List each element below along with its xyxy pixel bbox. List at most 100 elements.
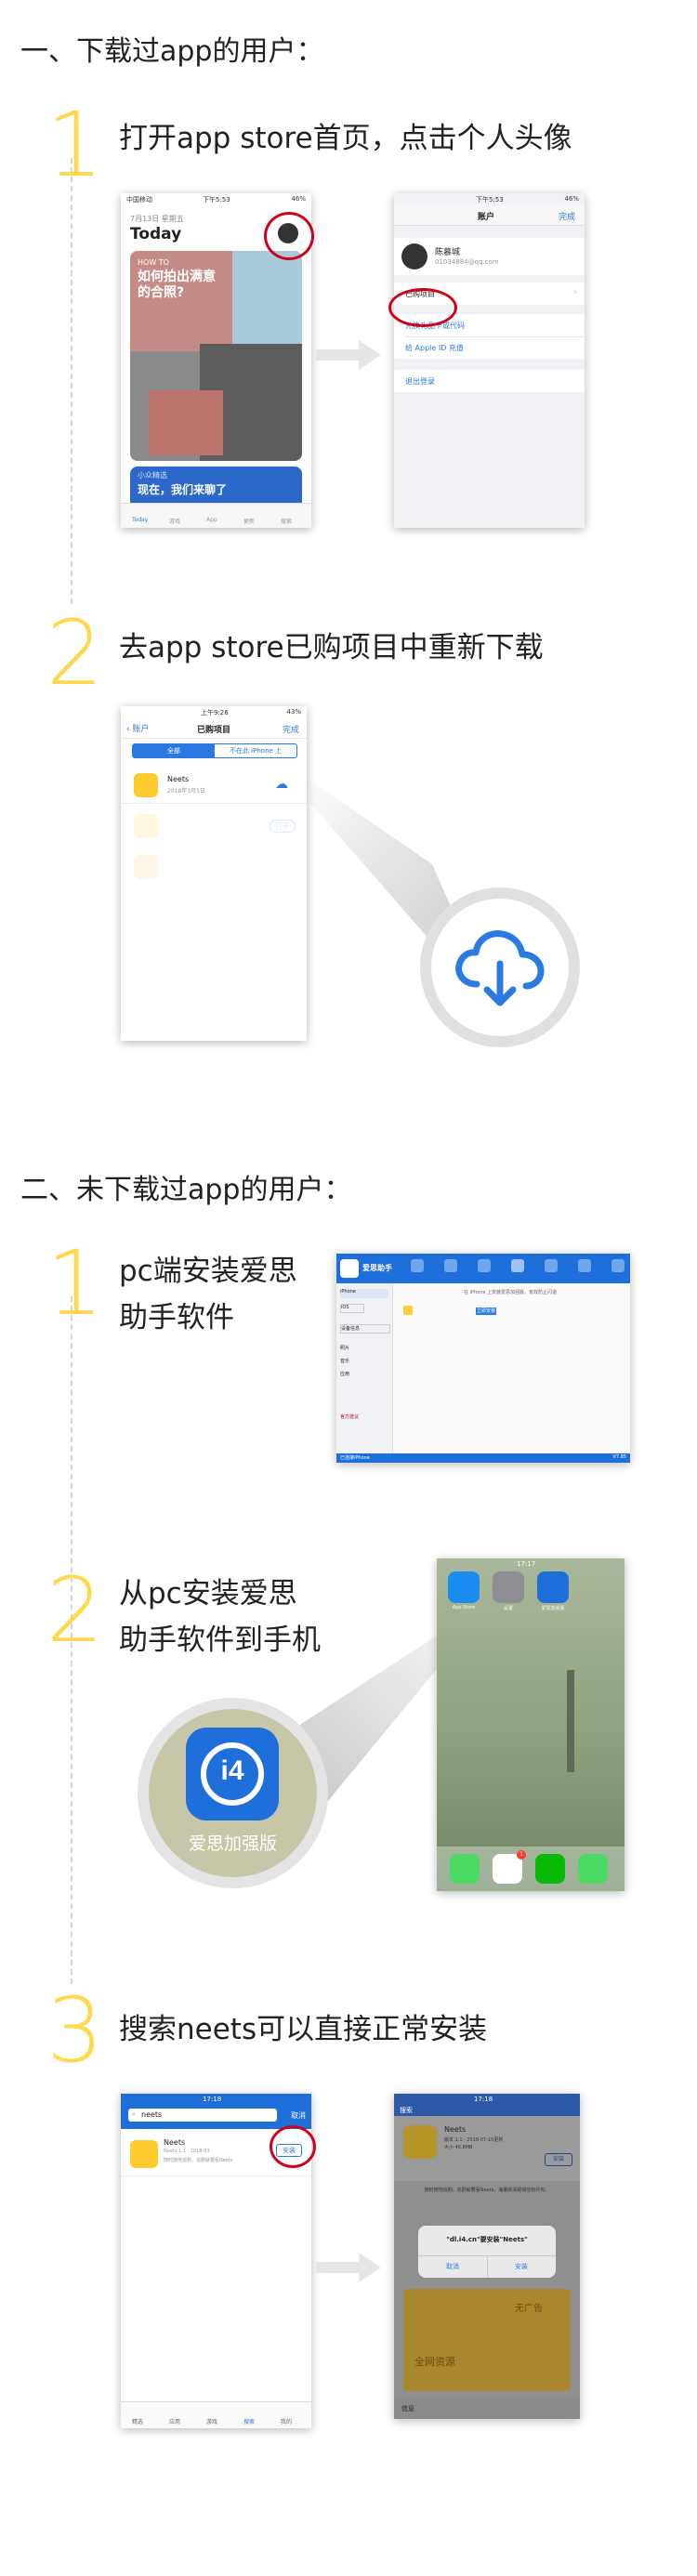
tab-search[interactable]: 搜索	[281, 517, 292, 525]
card-image-tile	[149, 390, 223, 455]
toolbar-icon[interactable]	[444, 1259, 457, 1272]
sidebar-warning: 官方建议	[340, 1414, 360, 1420]
card-tag: HOW TO	[138, 258, 169, 267]
time-label: 上午9:26	[201, 709, 229, 716]
alert-cancel-button[interactable]: 取消	[418, 2262, 487, 2271]
notification-badge: 1	[517, 1850, 526, 1860]
highlight-ring	[270, 2125, 316, 2168]
cloud-download-icon	[455, 930, 545, 1006]
nav-title: 账户	[478, 213, 495, 222]
cancel-button[interactable]: 取消	[291, 2110, 306, 2121]
step-number: 2	[46, 1558, 104, 1663]
step-text: 打开app store首页，点击个人头像	[119, 122, 572, 155]
install-button[interactable]: 立即安装	[476, 1308, 496, 1315]
toolbar-icon[interactable]	[578, 1259, 591, 1272]
appstore-app-icon[interactable]	[448, 1571, 480, 1603]
nav-bar: 17:18 搜索	[394, 2094, 580, 2116]
tab-today[interactable]: Today	[132, 517, 148, 523]
toolbar-icon[interactable]	[478, 1259, 491, 1272]
tab-mine[interactable]: 我的	[281, 2417, 292, 2425]
back-button[interactable]: ‹ 账户	[126, 722, 149, 734]
logout-label: 退出登录	[405, 377, 435, 386]
segment-not-on-device[interactable]: 不在此 iPhone 上	[215, 744, 296, 757]
sidebar-item[interactable]: 照片	[340, 1345, 388, 1352]
app-meta: Neets 1.1 · 2018-03	[164, 2149, 210, 2154]
done-button[interactable]: 完成	[283, 723, 299, 735]
messages-app-icon[interactable]	[578, 1854, 608, 1884]
step-text-line1: pc端安装爱思	[119, 1255, 297, 1288]
topup-link[interactable]: 给 Apple ID 充值	[405, 343, 464, 353]
i4-app-label: 爱思加强版	[188, 1833, 277, 1854]
wechat-app-icon[interactable]	[535, 1854, 565, 1884]
section-title-not-downloaded: 二、未下载过app的用户：	[20, 1174, 352, 1206]
card-tag: 小众精选	[138, 471, 167, 480]
search-header: 17:18 ⌕ neets 取消	[121, 2094, 311, 2129]
account-screenshot: 下午5:53 46% 账户 完成 陈慕城 01034884@qq.com 已购项…	[394, 193, 585, 528]
back-label: 账户	[132, 725, 150, 734]
sidebar-item[interactable]: 设备信息	[340, 1324, 390, 1334]
time-label: 下午5:53	[476, 196, 504, 204]
step-number: 2	[46, 601, 104, 705]
neets-app-icon	[403, 2125, 437, 2159]
second-card[interactable]: 小众精选 现在，我们来聊了	[130, 467, 302, 504]
toolbar-icon[interactable]	[411, 1259, 424, 1272]
segment-all[interactable]: 全部	[133, 744, 215, 757]
sidebar-item[interactable]: iOS	[340, 1304, 364, 1313]
install-button[interactable]: 安装	[545, 2153, 572, 2166]
toolbar-icon[interactable]	[545, 1259, 558, 1272]
step-number: 1	[46, 93, 104, 197]
chevron-right-icon: ›	[573, 287, 577, 297]
faded-app-row: 打开	[121, 808, 307, 844]
faded-app-row	[121, 849, 307, 885]
phone-app-icon[interactable]	[450, 1854, 480, 1884]
sidebar-item[interactable]: 音乐	[340, 1358, 388, 1365]
time-label: 17:17	[517, 1560, 536, 1568]
app-name: Neets	[167, 775, 190, 783]
zoom-lens	[420, 887, 580, 1047]
step-text-line2: 助手软件	[119, 1301, 234, 1334]
sidebar-item[interactable]: iPhone	[340, 1289, 388, 1298]
sidebar-item[interactable]: 应用	[340, 1371, 388, 1378]
i4-logo-icon	[340, 1259, 359, 1278]
arrow-right-icon	[316, 2253, 381, 2282]
user-row[interactable]: 陈慕城 01034884@qq.com	[394, 238, 585, 275]
tab-bar: 精选 应用 游戏 搜索 我的	[121, 2401, 311, 2428]
step-number: 3	[46, 1978, 104, 2083]
status-bar: 上午9:26 43%	[121, 706, 307, 717]
neets-app-icon	[134, 773, 158, 797]
search-input[interactable]: ⌕ neets	[128, 2109, 277, 2122]
tab-featured[interactable]: 精选	[132, 2417, 143, 2425]
toolbar-icon[interactable]	[511, 1259, 524, 1272]
tab-games[interactable]: 游戏	[206, 2417, 217, 2425]
i4-app-icon[interactable]	[537, 1571, 569, 1603]
app-label: 设置	[503, 1606, 513, 1611]
cloud-download-icon[interactable]: ☁	[275, 777, 288, 792]
settings-app-icon[interactable]	[493, 1571, 524, 1603]
toolbar-icon[interactable]	[612, 1259, 625, 1272]
promo-text: 全网资源	[414, 2356, 455, 2368]
tab-apps[interactable]: App	[206, 517, 217, 523]
tab-apps[interactable]: 应用	[169, 2417, 180, 2425]
app-name: Neets	[444, 2125, 467, 2134]
i4-toolbar-icons	[411, 1259, 625, 1278]
status-bar: 中国移动 下午5:53 46%	[121, 193, 311, 204]
purchased-screenshot: 上午9:26 43% ‹ 账户 已购项目 完成 全部 不在此 iPhone 上 …	[121, 706, 307, 1041]
time-label: 17:18	[203, 2096, 222, 2103]
logout-row[interactable]: 退出登录	[394, 370, 585, 392]
tab-updates[interactable]: 更新	[243, 517, 255, 525]
tab-bar: Today 游戏 App 更新 搜索	[121, 503, 311, 528]
tab-search[interactable]: 搜索	[243, 2417, 255, 2425]
i4-brand: 爱思助手	[362, 1264, 392, 1272]
done-button[interactable]: 完成	[559, 210, 575, 222]
featured-card[interactable]: HOW TO 如何拍出满意的合照?	[130, 251, 302, 461]
today-heading: Today	[130, 225, 182, 243]
highlight-ring	[388, 288, 457, 327]
carrier-label: 中国移动	[126, 196, 152, 204]
status-bar: 17:17	[437, 1558, 625, 1570]
alert-install-button[interactable]: 安装	[487, 2262, 556, 2271]
i4-footer: 已连接iPhone V7.85	[336, 1453, 630, 1463]
back-button[interactable]: 搜索	[400, 2106, 413, 2115]
i4-install-screenshot: 17:18 搜索 Neets 版本 1.1 · 2018-07-10更新 大小 …	[394, 2094, 580, 2419]
open-button[interactable]: 打开	[270, 820, 296, 833]
tab-games[interactable]: 游戏	[169, 517, 180, 525]
